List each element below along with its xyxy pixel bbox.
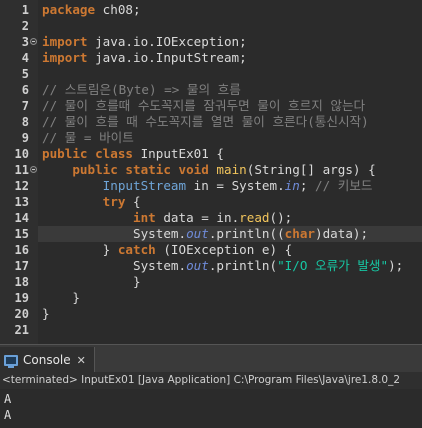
- string-literal: "I/O 오류가 발생": [277, 258, 389, 273]
- line-number: 8: [21, 115, 29, 129]
- close-icon[interactable]: ✕: [77, 354, 86, 367]
- tab-console-label: Console: [23, 353, 71, 367]
- code-text: {: [125, 194, 141, 209]
- field-name: out: [186, 258, 209, 273]
- line-number: 20: [14, 307, 29, 321]
- code-line-12: InputStream in = System.in; // 키보드: [42, 178, 373, 194]
- keyword: public static void: [72, 162, 209, 177]
- code-line-6: // 스트림은(Byte) => 물의 흐름: [42, 82, 241, 97]
- code-text: System.: [133, 226, 187, 241]
- code-line-14: int data = in.read();: [42, 210, 292, 226]
- parameter-name: args: [322, 162, 353, 177]
- code-text: .println((: [208, 226, 285, 241]
- code-text: )data);: [315, 226, 369, 241]
- line-number: 21: [14, 323, 29, 337]
- line-number: 13: [14, 195, 29, 209]
- code-line-20: }: [42, 306, 50, 321]
- code-text: (String[]: [246, 162, 323, 177]
- line-number: 10: [14, 147, 29, 161]
- code-text: }: [102, 242, 118, 257]
- line-number: 18: [14, 275, 29, 289]
- line-number: 14: [14, 211, 29, 225]
- type-name: InputStream: [102, 178, 187, 193]
- code-line-4: import java.io.InputStream;: [42, 50, 247, 66]
- line-number: 16: [14, 243, 29, 257]
- keyword: import: [42, 50, 88, 65]
- code-line-10: public class InputEx01 {: [42, 146, 224, 162]
- code-line-3: import java.io.IOException;: [42, 34, 247, 50]
- code-line-9: // 물 = 바이트: [42, 130, 134, 145]
- code-text: .println(: [208, 258, 278, 273]
- line-number: 5: [21, 67, 29, 81]
- field-name: out: [186, 226, 209, 241]
- line-number: 15: [14, 227, 29, 241]
- code-line-16: } catch (IOException e) {: [42, 242, 293, 258]
- line-number: 3: [21, 35, 29, 49]
- console-output[interactable]: A A: [0, 389, 422, 428]
- code-line-18: }: [42, 274, 141, 289]
- code-text: java.io.IOException;: [87, 34, 247, 49]
- line-number: 4: [21, 51, 29, 65]
- line-number: 2: [21, 19, 29, 33]
- fold-toggle-icon[interactable]: [30, 166, 37, 173]
- code-text: System.: [133, 258, 187, 273]
- keyword: import: [42, 34, 88, 49]
- code-line-19: }: [42, 290, 80, 305]
- console-status-line: <terminated> InputEx01 [Java Application…: [0, 372, 422, 389]
- code-line-15: System.out.println((char)data);: [42, 226, 368, 242]
- code-text: java.io.InputStream;: [87, 50, 247, 65]
- code-line-7: // 물이 흐를때 수도꼭지를 잠궈두면 물이 흐르지 않는다: [42, 98, 366, 113]
- keyword: char: [284, 226, 315, 241]
- line-number-gutter: 1 2 3 4 5 6 7 8 9 10 11 12 13 14 15 16 1…: [0, 0, 38, 344]
- code-text: );: [388, 258, 404, 273]
- keyword: catch: [117, 242, 156, 257]
- method-name: read: [239, 210, 270, 225]
- code-line-8: // 물이 흐를 때 수도꼭지를 열면 물이 흐른다(통신시작): [42, 114, 369, 129]
- inline-comment: // 키보드: [315, 178, 373, 193]
- code-text: ) {: [352, 162, 376, 177]
- code-text: ch08;: [95, 2, 141, 17]
- line-number: 6: [21, 83, 29, 97]
- line-number: 7: [21, 99, 29, 113]
- fold-toggle-icon[interactable]: [30, 38, 37, 45]
- keyword: int: [133, 210, 156, 225]
- code-line-17: System.out.println("I/O 오류가 발생");: [42, 258, 403, 274]
- line-number: 1: [21, 3, 29, 17]
- line-number: 11: [14, 163, 29, 177]
- line-number: 9: [21, 131, 29, 145]
- method-name: main: [208, 162, 247, 177]
- console-monitor-icon: [4, 354, 18, 368]
- code-text: in = System.: [186, 178, 285, 193]
- console-output-line: A: [4, 408, 12, 422]
- console-output-line: A: [4, 392, 12, 406]
- code-editor[interactable]: 1 2 3 4 5 6 7 8 9 10 11 12 13 14 15 16 1…: [0, 0, 422, 344]
- code-text: (IOException e) {: [155, 242, 293, 257]
- code-line-13: try {: [42, 194, 141, 210]
- line-number: 12: [14, 179, 29, 193]
- code-text: InputEx01 {: [133, 146, 224, 161]
- field-name: in: [284, 178, 300, 193]
- keyword: package: [42, 2, 96, 17]
- code-text: ;: [299, 178, 315, 193]
- code-line-11: public static void main(String[] args) {: [42, 162, 376, 178]
- code-line-1: package ch08;: [42, 2, 141, 18]
- code-text: data = in.: [155, 210, 240, 225]
- tab-console[interactable]: Console ✕: [0, 347, 95, 373]
- console-tab-bar: Console ✕: [0, 344, 422, 373]
- code-text: ();: [269, 210, 293, 225]
- keyword: public class: [42, 146, 133, 161]
- line-number: 17: [14, 259, 29, 273]
- line-number: 19: [14, 291, 29, 305]
- keyword: try: [102, 194, 126, 209]
